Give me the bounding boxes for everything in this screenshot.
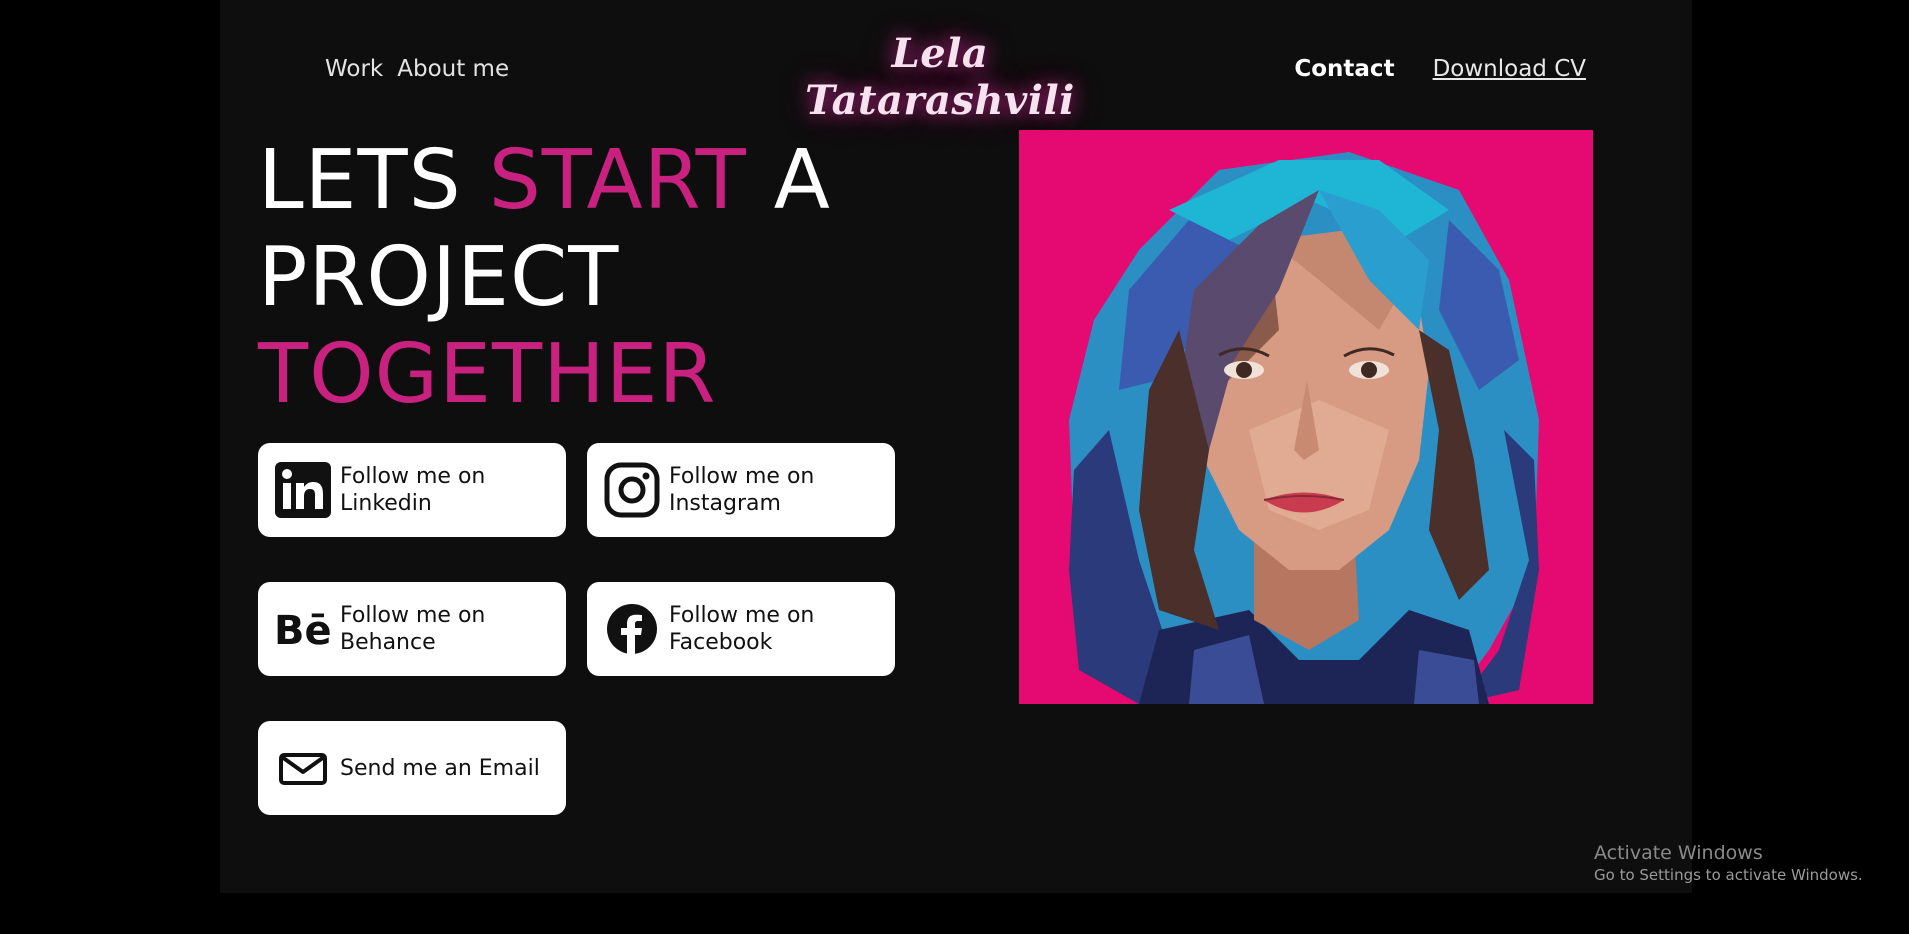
hero-word-project: PROJECT <box>258 230 620 325</box>
instagram-button[interactable]: Follow me on Instagram <box>587 443 895 537</box>
linkedin-label-line1: Follow me on <box>340 464 486 489</box>
hero-word-lets: LETS <box>258 133 462 228</box>
hero-word-start: START <box>488 133 747 228</box>
email-label: Send me an Email <box>340 755 540 781</box>
hero-line-1: LETS START A <box>258 132 831 229</box>
primary-nav: Work About me <box>325 56 509 82</box>
linkedin-button[interactable]: Follow me on Linkedin <box>258 443 566 537</box>
windows-activation-notice: Activate Windows Go to Settings to activ… <box>1594 842 1863 886</box>
download-cv-link[interactable]: Download CV <box>1433 56 1586 82</box>
hero-word-a: A <box>773 133 831 228</box>
behance-icon: Bē <box>274 600 332 658</box>
instagram-label-line2: Instagram <box>669 491 781 516</box>
browser-viewport: Work About me Lela Tatarashvili Contact … <box>0 0 1909 934</box>
linkedin-label-line2: Linkedin <box>340 491 432 516</box>
behance-button[interactable]: Bē Follow me on Behance <box>258 582 566 676</box>
email-button[interactable]: Send me an Email <box>258 721 566 815</box>
facebook-label: Follow me on Facebook <box>669 602 814 656</box>
nav-link-contact[interactable]: Contact <box>1294 56 1394 82</box>
portrait-image <box>1019 130 1593 704</box>
windows-activation-subtitle: Go to Settings to activate Windows. <box>1594 866 1863 884</box>
svg-text:Bē: Bē <box>274 608 332 654</box>
instagram-label-line1: Follow me on <box>669 464 815 489</box>
facebook-label-line2: Facebook <box>669 630 773 655</box>
nav-link-about[interactable]: About me <box>397 56 509 82</box>
facebook-icon <box>603 600 661 658</box>
linkedin-label: Follow me on Linkedin <box>340 463 485 517</box>
instagram-label: Follow me on Instagram <box>669 463 814 517</box>
facebook-label-line1: Follow me on <box>669 603 815 628</box>
nav-link-work[interactable]: Work <box>325 56 383 82</box>
instagram-icon <box>603 461 661 519</box>
hero-word-together: TOGETHER <box>258 327 717 422</box>
windows-activation-title: Activate Windows <box>1594 842 1763 864</box>
site-logo[interactable]: Lela Tatarashvili <box>780 30 1100 124</box>
behance-label: Follow me on Behance <box>340 602 485 656</box>
page-container: Work About me Lela Tatarashvili Contact … <box>220 0 1692 893</box>
secondary-nav: Contact Download CV <box>1294 56 1586 82</box>
facebook-button[interactable]: Follow me on Facebook <box>587 582 895 676</box>
linkedin-icon <box>274 461 332 519</box>
hero-heading: LETS START A PROJECT TOGETHER <box>258 132 831 423</box>
mail-icon <box>274 739 332 797</box>
behance-label-line1: Follow me on <box>340 603 486 628</box>
behance-label-line2: Behance <box>340 630 436 655</box>
